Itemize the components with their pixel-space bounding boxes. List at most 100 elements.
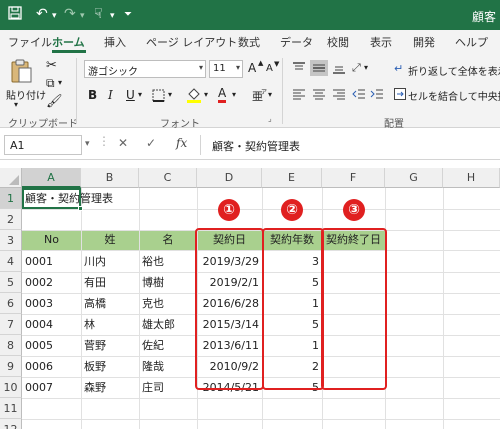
table-cell[interactable]: 0001 [22, 251, 81, 272]
orientation-icon[interactable]: ⤢ [352, 61, 361, 75]
tab-review[interactable]: 校閲 [327, 34, 349, 50]
enter-icon[interactable]: ✓ [146, 136, 156, 150]
row-header-7[interactable]: 7 [0, 314, 22, 335]
column-header-d[interactable]: D [197, 168, 262, 188]
tab-page-layout[interactable]: ページ レイアウト [146, 34, 237, 50]
tab-formulas[interactable]: 数式 [238, 34, 260, 50]
table-cell[interactable]: 裕也 [139, 251, 197, 272]
wrap-text-icon[interactable]: ↵ [394, 62, 403, 75]
table-cell[interactable]: 博樹 [139, 272, 197, 293]
row-header-2[interactable]: 2 [0, 209, 22, 230]
touch-dropdown-icon[interactable]: ▾ [110, 11, 115, 21]
column-header-a[interactable]: A [22, 168, 81, 188]
table-cell[interactable]: 有田 [81, 272, 139, 293]
table-cell[interactable]: 0002 [22, 272, 81, 293]
tab-developer[interactable]: 開発 [413, 34, 435, 50]
tab-view[interactable]: 表示 [370, 34, 392, 50]
fill-color-icon[interactable] [186, 87, 202, 107]
column-header-b[interactable]: B [81, 168, 139, 188]
font-size-combo[interactable]: 11 ▾ [209, 60, 243, 78]
header-cell-first-name[interactable]: 名 [139, 230, 197, 250]
paste-icon[interactable] [10, 58, 32, 87]
row-header-11[interactable]: 11 [0, 398, 22, 419]
align-middle-icon[interactable] [310, 60, 328, 76]
table-cell[interactable]: 庄司 [139, 377, 197, 398]
merge-center-button[interactable]: セルを結合して中央揃え [408, 88, 500, 103]
name-box[interactable]: A1 [4, 135, 82, 155]
column-header-f[interactable]: F [322, 168, 385, 188]
table-cell[interactable]: 森野 [81, 377, 139, 398]
phonetic-icon[interactable]: 亜ア [252, 88, 268, 105]
table-cell[interactable]: 高橋 [81, 293, 139, 314]
tab-insert[interactable]: 挿入 [104, 34, 126, 50]
chevron-down-icon[interactable]: ▾ [236, 63, 240, 72]
table-cell[interactable]: 板野 [81, 356, 139, 377]
font-color-dropdown-icon[interactable]: ▾ [232, 90, 236, 99]
row-header-5[interactable]: 5 [0, 272, 22, 293]
save-icon[interactable] [8, 6, 22, 24]
row-header-9[interactable]: 9 [0, 356, 22, 377]
row-header-12[interactable]: 12 [0, 419, 22, 429]
row-header-10[interactable]: 10 [0, 377, 22, 398]
name-box-dropdown-icon[interactable]: ▾ [85, 139, 90, 149]
chevron-down-icon[interactable]: ▾ [199, 63, 203, 72]
borders-icon[interactable] [152, 89, 165, 105]
column-header-h[interactable]: H [443, 168, 500, 188]
align-top-icon[interactable] [292, 62, 306, 77]
column-header-e[interactable]: E [262, 168, 322, 188]
merge-center-icon[interactable] [394, 88, 406, 103]
table-cell[interactable]: 0007 [22, 377, 81, 398]
table-cell[interactable]: 菅野 [81, 335, 139, 356]
formula-input[interactable]: 顧客・契約管理表 [206, 135, 500, 155]
copy-icon[interactable]: ⧉ [46, 76, 55, 91]
paste-dropdown-icon[interactable]: ▾ [14, 100, 18, 109]
orientation-dropdown-icon[interactable]: ▾ [364, 63, 368, 72]
align-left-icon[interactable] [292, 88, 306, 103]
undo-dropdown-icon[interactable]: ▾ [52, 11, 57, 21]
font-dialog-launcher-icon[interactable]: ⌟ [268, 114, 272, 123]
cut-icon[interactable]: ✂ [46, 58, 57, 73]
table-cell[interactable]: 林 [81, 314, 139, 335]
font-color-button[interactable]: A [218, 86, 227, 103]
row-header-4[interactable]: 4 [0, 251, 22, 272]
borders-dropdown-icon[interactable]: ▾ [168, 90, 172, 99]
underline-button[interactable]: U [126, 88, 135, 102]
table-cell[interactable]: 0006 [22, 356, 81, 377]
fill-handle[interactable] [78, 206, 83, 211]
align-bottom-icon[interactable] [332, 62, 346, 77]
row-header-3[interactable]: 3 [0, 230, 22, 251]
table-cell[interactable]: 0005 [22, 335, 81, 356]
table-cell[interactable]: 雄太郎 [139, 314, 197, 335]
row-header-1[interactable]: 1 [0, 188, 22, 209]
increase-indent-icon[interactable] [370, 88, 384, 103]
wrap-text-button[interactable]: 折り返して全体を表示す [408, 63, 500, 78]
table-cell[interactable]: 0003 [22, 293, 81, 314]
decrease-indent-icon[interactable] [352, 88, 366, 103]
phonetic-dropdown-icon[interactable]: ▾ [268, 90, 272, 99]
italic-button[interactable]: I [108, 88, 113, 102]
formula-bar-grip-icon[interactable]: ⋮ [98, 134, 110, 148]
tab-home[interactable]: ホーム [52, 34, 85, 50]
tab-help[interactable]: ヘルプ [455, 34, 488, 50]
header-cell-no[interactable]: No [22, 230, 81, 250]
tab-file[interactable]: ファイル [8, 34, 52, 50]
table-cell[interactable]: 佐紀 [139, 335, 197, 356]
copy-dropdown-icon[interactable]: ▾ [58, 78, 62, 87]
row-header-8[interactable]: 8 [0, 335, 22, 356]
table-cell[interactable]: 0004 [22, 314, 81, 335]
bold-button[interactable]: B [88, 88, 97, 102]
table-cell[interactable]: 隆哉 [139, 356, 197, 377]
row-header-6[interactable]: 6 [0, 293, 22, 314]
tab-data[interactable]: データ [280, 34, 313, 50]
grow-font-button[interactable]: A [248, 61, 256, 75]
format-painter-icon[interactable]: 🖌 [46, 94, 63, 109]
shrink-font-button[interactable]: A [266, 63, 273, 74]
customize-qat-icon[interactable]: ⏷ [124, 9, 132, 20]
table-cell[interactable]: 川内 [81, 251, 139, 272]
insert-function-button[interactable]: fx [176, 136, 187, 150]
header-cell-last-name[interactable]: 姓 [81, 230, 139, 250]
select-all-corner[interactable] [0, 168, 22, 188]
align-right-icon[interactable] [332, 88, 346, 103]
fill-color-dropdown-icon[interactable]: ▾ [204, 90, 208, 99]
column-header-g[interactable]: G [385, 168, 443, 188]
